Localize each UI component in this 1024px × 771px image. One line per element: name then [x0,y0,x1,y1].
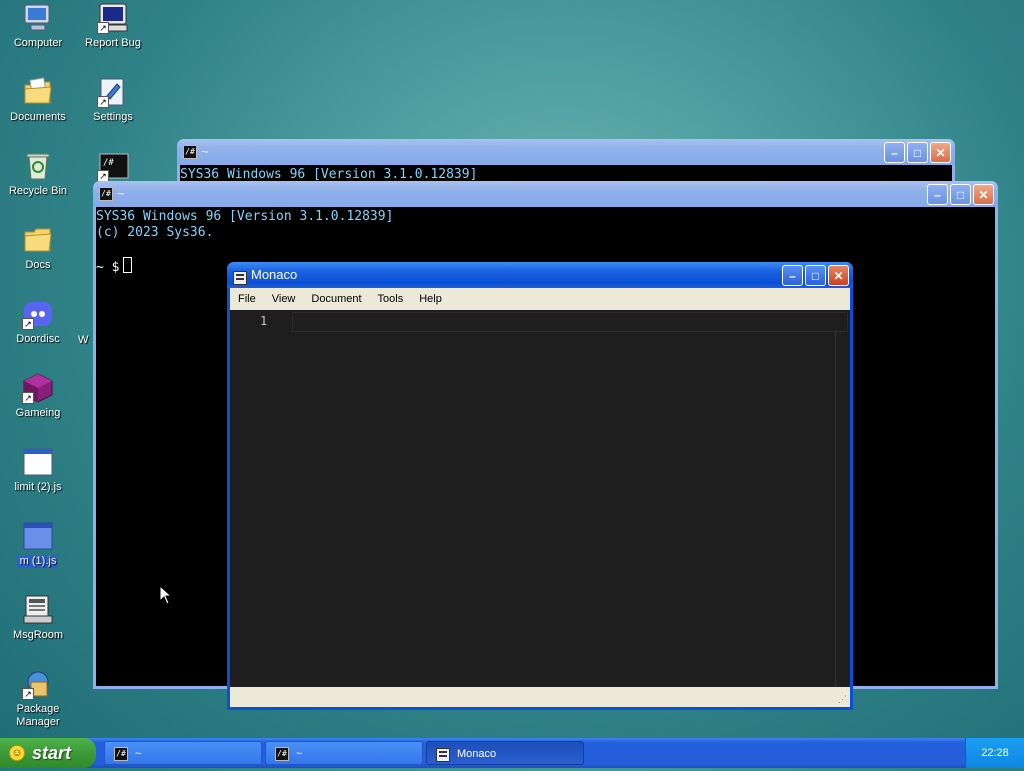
computer-icon [22,2,54,34]
taskbar-item-terminal-1[interactable]: /# ~ [104,741,262,765]
terminal-prompt: ~ $ [96,260,120,275]
recycle-bin-icon [22,150,54,182]
vertical-scrollbar[interactable] [835,330,850,687]
desktop-icon-settings[interactable]: ↗ Settings [76,76,150,124]
shortcut-arrow-icon: ↗ [22,392,34,404]
desktop-icon-label: Recycle Bin [8,185,68,197]
code-editor[interactable]: 1 [230,310,850,687]
menu-bar: File View Document Tools Help [230,288,850,310]
terminal-icon: /# [99,187,113,201]
desktop-icon-label: MsgRoom [12,629,64,641]
monaco-window[interactable]: Monaco – □ ✕ File View Document Tools He… [227,262,853,710]
terminal-window-back[interactable]: /# ~ – □ ✕ SYS36 Windows 96 [Version 3.1… [177,139,955,185]
maximize-button[interactable]: □ [950,184,971,205]
taskbar-item-monaco[interactable]: Monaco [426,741,584,765]
desktop-icon-documents[interactable]: Documents [1,76,75,124]
desktop-icon-report-bug[interactable]: ↗ Report Bug [76,2,150,50]
desktop-icon-recycle-bin[interactable]: Recycle Bin [1,150,75,198]
desktop-icon-label: Documents [10,111,66,123]
desktop-icon-label: Gameing [15,407,61,419]
desktop-icon-label: Package Manager [16,703,60,728]
minimize-button[interactable]: – [884,142,905,163]
desktop-icon-partial-terminal[interactable]: /# ↗ [76,150,150,185]
maximize-button[interactable]: □ [907,142,928,163]
desktop-icon-label: Report Bug [85,37,141,49]
settings-icon: ↗ [97,76,129,108]
monaco-app-icon [233,268,247,285]
desktop-icon-m-js[interactable]: m (1).js [1,520,75,568]
js-file-window-icon [22,520,54,552]
terminal-back-titlebar[interactable]: /# ~ – □ ✕ [177,139,955,165]
desktop-icon-label: m (1).js [17,555,59,568]
terminal-line: (c) 2023 Sys36. [96,225,214,240]
package-manager-icon: ↗ [22,668,54,700]
msgroom-icon [22,594,54,626]
window-title: ~ [117,186,125,201]
folder-icon [22,224,54,256]
terminal-icon: /# [275,747,289,761]
desktop-icon-label: Docs [25,259,51,271]
current-line-highlight [292,312,848,332]
menu-tools[interactable]: Tools [370,293,412,305]
svg-text:/#: /# [103,158,114,168]
system-tray-clock[interactable]: 22:28 [965,738,1024,768]
terminal-line: SYS36 Windows 96 [Version 3.1.0.12839] [96,209,394,224]
terminal-icon: /# [183,145,197,159]
monaco-titlebar[interactable]: Monaco – □ ✕ [227,262,853,288]
status-bar: ⋰ [230,687,850,707]
documents-folder-icon [22,76,54,108]
desktop-icon-label: Settings [93,111,133,123]
minimize-button[interactable]: – [782,265,803,286]
monaco-app-icon [436,747,450,762]
start-button[interactable]: ☺ start [0,738,96,768]
desktop-icon-label: W [78,334,89,346]
shortcut-arrow-icon: ↗ [22,318,34,330]
desktop-icon-package-manager[interactable]: ↗ Package Manager [1,668,75,729]
minimize-button[interactable]: – [927,184,948,205]
close-button[interactable]: ✕ [930,142,951,163]
start-label: start [32,743,72,763]
gameing-cube-icon: ↗ [22,372,54,404]
terminal-front-titlebar[interactable]: /# ~ – □ ✕ [93,181,998,207]
desktop-icon-label: Doordisc [16,333,60,345]
desktop-icon-msgroom[interactable]: MsgRoom [1,594,75,642]
shortcut-arrow-icon: ↗ [22,688,34,700]
desktop-icon-docs[interactable]: Docs [1,224,75,272]
desktop-icon-computer[interactable]: Computer [1,2,75,50]
desktop-icon-doordisc[interactable]: ↗ Doordisc [1,298,75,346]
shortcut-arrow-icon: ↗ [97,96,109,108]
desktop-icon-label: Computer [13,37,63,49]
terminal-icon: /# [114,747,128,761]
taskbar-item-label: ~ [296,748,303,760]
window-title: ~ [201,144,209,159]
taskbar-item-label: ~ [135,748,142,760]
start-smiley-icon: ☺ [9,745,25,761]
text-cursor [123,257,133,273]
mouse-pointer-icon [159,585,173,605]
menu-file[interactable]: File [230,293,264,305]
window-title: Monaco [251,267,298,282]
menu-help[interactable]: Help [411,293,450,305]
doordisc-icon: ↗ [22,298,54,330]
resize-grip-icon[interactable]: ⋰ [838,694,847,705]
menu-document[interactable]: Document [303,293,369,305]
desktop-icon-limit-js[interactable]: limit (2).js [1,446,75,494]
taskbar-item-terminal-2[interactable]: /# ~ [265,741,423,765]
shortcut-arrow-icon: ↗ [97,22,109,34]
desktop-icon-label: limit (2).js [14,481,62,493]
menu-view[interactable]: View [264,293,304,305]
taskbar: ☺ start /# ~ /# ~ Monaco 22:28 [0,738,1024,768]
close-button[interactable]: ✕ [973,184,994,205]
report-bug-icon: ↗ [97,2,129,34]
desktop-icon-gameing[interactable]: ↗ Gameing [1,372,75,420]
maximize-button[interactable]: □ [805,265,826,286]
close-button[interactable]: ✕ [828,265,849,286]
line-number: 1 [260,314,268,328]
terminal-icon: /# ↗ [97,150,129,182]
js-file-window-icon [22,446,54,478]
taskbar-item-label: Monaco [457,748,497,760]
